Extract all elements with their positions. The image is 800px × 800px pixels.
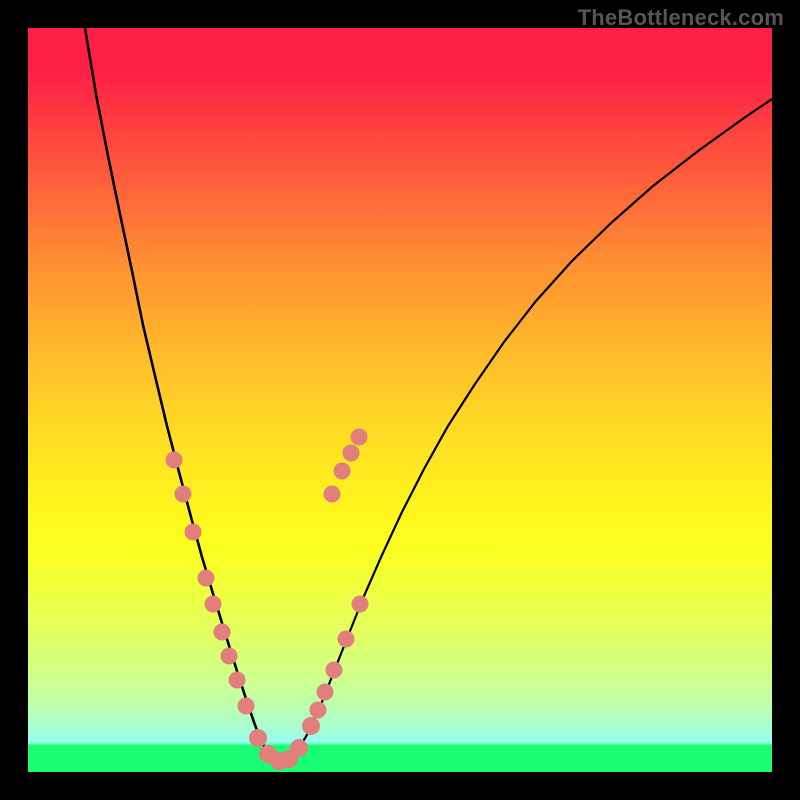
data-dot bbox=[310, 702, 327, 719]
data-dot bbox=[343, 445, 360, 462]
data-dot bbox=[175, 486, 192, 503]
data-dot bbox=[214, 624, 231, 641]
chart-svg bbox=[28, 28, 772, 772]
data-dot bbox=[351, 429, 368, 446]
data-dot bbox=[352, 596, 369, 613]
data-dot bbox=[205, 596, 222, 613]
data-dot bbox=[302, 717, 320, 735]
data-dot bbox=[249, 729, 267, 747]
data-dot bbox=[317, 684, 334, 701]
data-dot bbox=[198, 570, 215, 587]
data-dot bbox=[326, 662, 343, 679]
data-dot bbox=[338, 631, 355, 648]
curve-right bbox=[278, 99, 772, 761]
data-dot bbox=[334, 463, 351, 480]
data-dot bbox=[185, 524, 202, 541]
data-dot bbox=[221, 648, 238, 665]
data-dot bbox=[229, 672, 246, 689]
data-dots bbox=[166, 429, 369, 771]
data-dot bbox=[290, 739, 308, 757]
data-dot bbox=[324, 486, 341, 503]
data-dot bbox=[166, 452, 183, 469]
data-dot bbox=[238, 698, 255, 715]
chart-plot-area bbox=[28, 28, 772, 772]
curve-left bbox=[85, 28, 278, 761]
